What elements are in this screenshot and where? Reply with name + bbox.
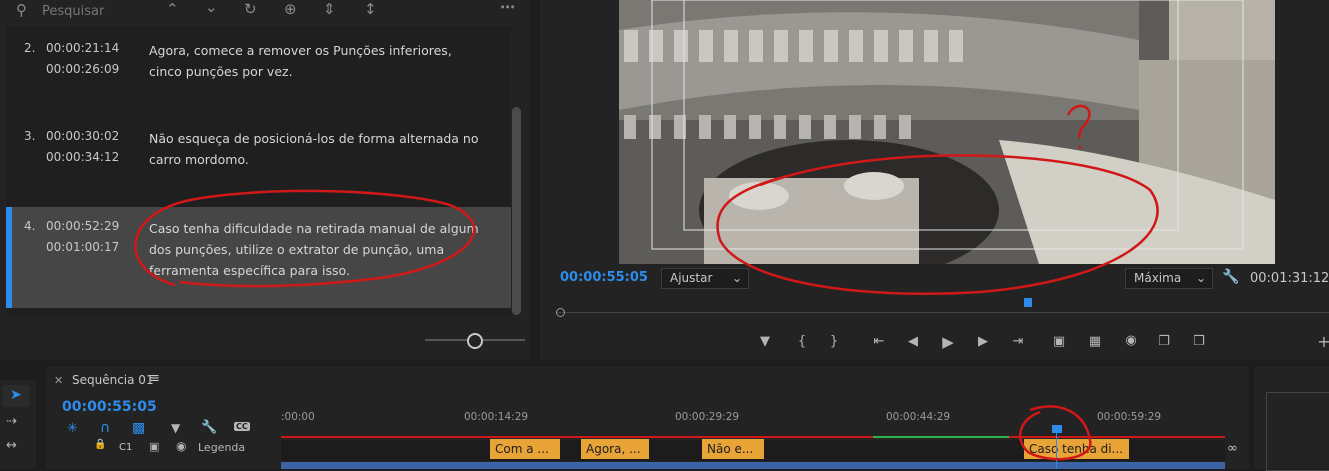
close-icon[interactable]: ✕	[54, 374, 63, 387]
video-frame	[619, 0, 1275, 264]
snap-nest-icon[interactable]: ✳	[67, 421, 78, 436]
merge-icon[interactable]: ↕	[364, 0, 377, 18]
refresh-icon[interactable]: ↻	[244, 0, 257, 18]
eye-icon[interactable]: ◉	[176, 439, 186, 453]
captions-panel: ⚲ ⌃ ⌄ ↻ ⊕ ⇕ ↕ ⋯ 2. 00:00:21:14 00:00:26:…	[0, 0, 530, 360]
sequence-tab[interactable]: Sequência 01	[72, 373, 154, 387]
caption-out-time: 00:01:00:17	[46, 240, 120, 254]
sync-lock-icon[interactable]: ▣	[149, 440, 159, 453]
go-to-in-icon[interactable]: ⇤	[869, 334, 889, 349]
program-duration: 00:01:31:12	[1250, 271, 1329, 286]
zoom-slider-handle[interactable]	[467, 333, 483, 349]
step-forward-icon[interactable]: ▶	[973, 334, 993, 349]
caption-number: 4.	[24, 219, 36, 233]
step-back-icon[interactable]: ◀	[903, 334, 923, 349]
caption-text[interactable]: Agora, comece a remover os Punções infer…	[149, 40, 479, 82]
more-icon[interactable]: ⋯	[500, 0, 515, 16]
captions-toolbar: ⚲ ⌃ ⌄ ↻ ⊕ ⇕ ↕ ⋯	[0, 0, 530, 26]
chevron-down-icon: ⌄	[1195, 271, 1206, 285]
search-icon[interactable]: ⚲	[16, 1, 27, 19]
extract-icon[interactable]: ▦	[1085, 334, 1105, 349]
caption-out-time: 00:00:26:09	[46, 62, 120, 76]
ruler-tick-label: 00:00:44:29	[886, 411, 951, 423]
split-icon[interactable]: ⇕	[323, 0, 336, 18]
linked-selection-icon[interactable]: ▩	[132, 420, 145, 436]
captions-cc-icon[interactable]: CC	[234, 422, 250, 431]
tools-panel: ➤ ⇢ ↔	[0, 380, 36, 469]
render-bar-rendered	[873, 436, 1009, 438]
caption-out-time: 00:00:34:12	[46, 150, 120, 164]
program-playhead[interactable]	[1023, 298, 1032, 307]
play-icon[interactable]: ▶	[938, 333, 958, 351]
caption-clip-selected[interactable]: Caso tenha di...	[1024, 439, 1129, 459]
caption-number: 3.	[24, 129, 36, 143]
caption-clip[interactable]: Não e...	[702, 439, 764, 459]
quality-dropdown[interactable]: Máxima ⌄	[1125, 268, 1213, 289]
ruler-tick-label: 00:00:14:29	[464, 411, 529, 423]
caption-item[interactable]: 2. 00:00:21:14 00:00:26:09 Agora, comece…	[6, 29, 511, 113]
lock-icon[interactable]: 🔒	[94, 439, 106, 450]
caption-scrollbar[interactable]	[512, 107, 521, 315]
video-track-clips[interactable]	[281, 462, 1225, 469]
caption-text[interactable]: Caso tenha dificuldade na retirada manua…	[149, 218, 479, 281]
wrench-icon[interactable]: 🔧	[201, 420, 217, 435]
audio-meter-panel	[1254, 367, 1329, 471]
track-select-tool-icon[interactable]: ⇢	[6, 414, 17, 429]
mark-in-icon[interactable]: {	[792, 334, 812, 349]
ruler-tick-label: :00:00	[281, 411, 315, 423]
ripple-edit-tool-icon[interactable]: ↔	[6, 438, 17, 453]
link-icon[interactable]: ∞	[1227, 441, 1238, 456]
multicam-icon[interactable]: ❒	[1189, 334, 1209, 349]
selection-indicator	[6, 207, 12, 308]
caption-text[interactable]: Não esqueça de posicioná-los de forma al…	[149, 128, 479, 170]
timeline-panel: ✕ Sequência 01 ≡ 00:00:55:05 ✳ ∩ ▩ ▼ 🔧 C…	[46, 367, 1249, 469]
playhead-line	[1056, 431, 1057, 469]
caption-in-time: 00:00:21:14	[46, 41, 120, 55]
chevron-up-icon[interactable]: ⌃	[166, 0, 179, 18]
timeline-playhead[interactable]	[1052, 425, 1062, 433]
program-current-time[interactable]: 00:00:55:05	[560, 270, 648, 285]
camera-icon[interactable]: ◉	[1121, 333, 1141, 348]
caption-item[interactable]: 3. 00:00:30:02 00:00:34:12 Não esqueça d…	[6, 117, 511, 201]
selection-tool-icon[interactable]: ➤	[10, 387, 22, 403]
add-button-icon[interactable]: +	[1314, 332, 1329, 351]
caption-in-time: 00:00:52:29	[46, 219, 120, 233]
snap-icon[interactable]: ∩	[100, 420, 110, 436]
caption-item-selected[interactable]: 4. 00:00:52:29 00:01:00:17 Caso tenha di…	[6, 207, 511, 308]
lift-icon[interactable]: ▣	[1049, 334, 1069, 349]
wrench-icon[interactable]: 🔧	[1222, 269, 1239, 285]
time-ruler[interactable]: :00:00 00:00:14:29 00:00:29:29 00:00:44:…	[281, 405, 1225, 429]
track-name: C1	[119, 442, 133, 453]
audio-meter	[1266, 392, 1329, 471]
add-marker-icon[interactable]: ▼	[171, 421, 180, 435]
ruler-tick-label: 00:00:29:29	[675, 411, 740, 423]
program-scrubber[interactable]	[556, 304, 1329, 318]
marker-icon[interactable]: ▼	[755, 334, 775, 349]
search-input[interactable]	[40, 0, 144, 22]
timeline-current-time[interactable]: 00:00:55:05	[62, 399, 157, 415]
tab-menu-icon[interactable]: ≡	[149, 371, 160, 386]
chevron-down-icon: ⌄	[731, 271, 742, 285]
chevron-down-icon[interactable]: ⌄	[205, 0, 218, 16]
add-icon[interactable]: ⊕	[284, 0, 297, 18]
render-bar	[281, 436, 1225, 438]
track-label: Legenda	[198, 441, 246, 454]
fit-dropdown-label: Ajustar	[670, 271, 713, 285]
caption-number: 2.	[24, 41, 36, 55]
quality-dropdown-label: Máxima	[1134, 271, 1182, 285]
caption-in-time: 00:00:30:02	[46, 129, 120, 143]
fit-dropdown[interactable]: Ajustar ⌄	[661, 268, 749, 289]
go-to-out-icon[interactable]: ⇥	[1008, 334, 1028, 349]
comparison-icon[interactable]: ❐	[1154, 334, 1174, 349]
ruler-tick-label: 00:00:59:29	[1097, 411, 1162, 423]
caption-clip[interactable]: Agora, ...	[581, 439, 649, 459]
mark-out-icon[interactable]: }	[824, 334, 844, 349]
caption-clip[interactable]: Com a ...	[490, 439, 560, 459]
